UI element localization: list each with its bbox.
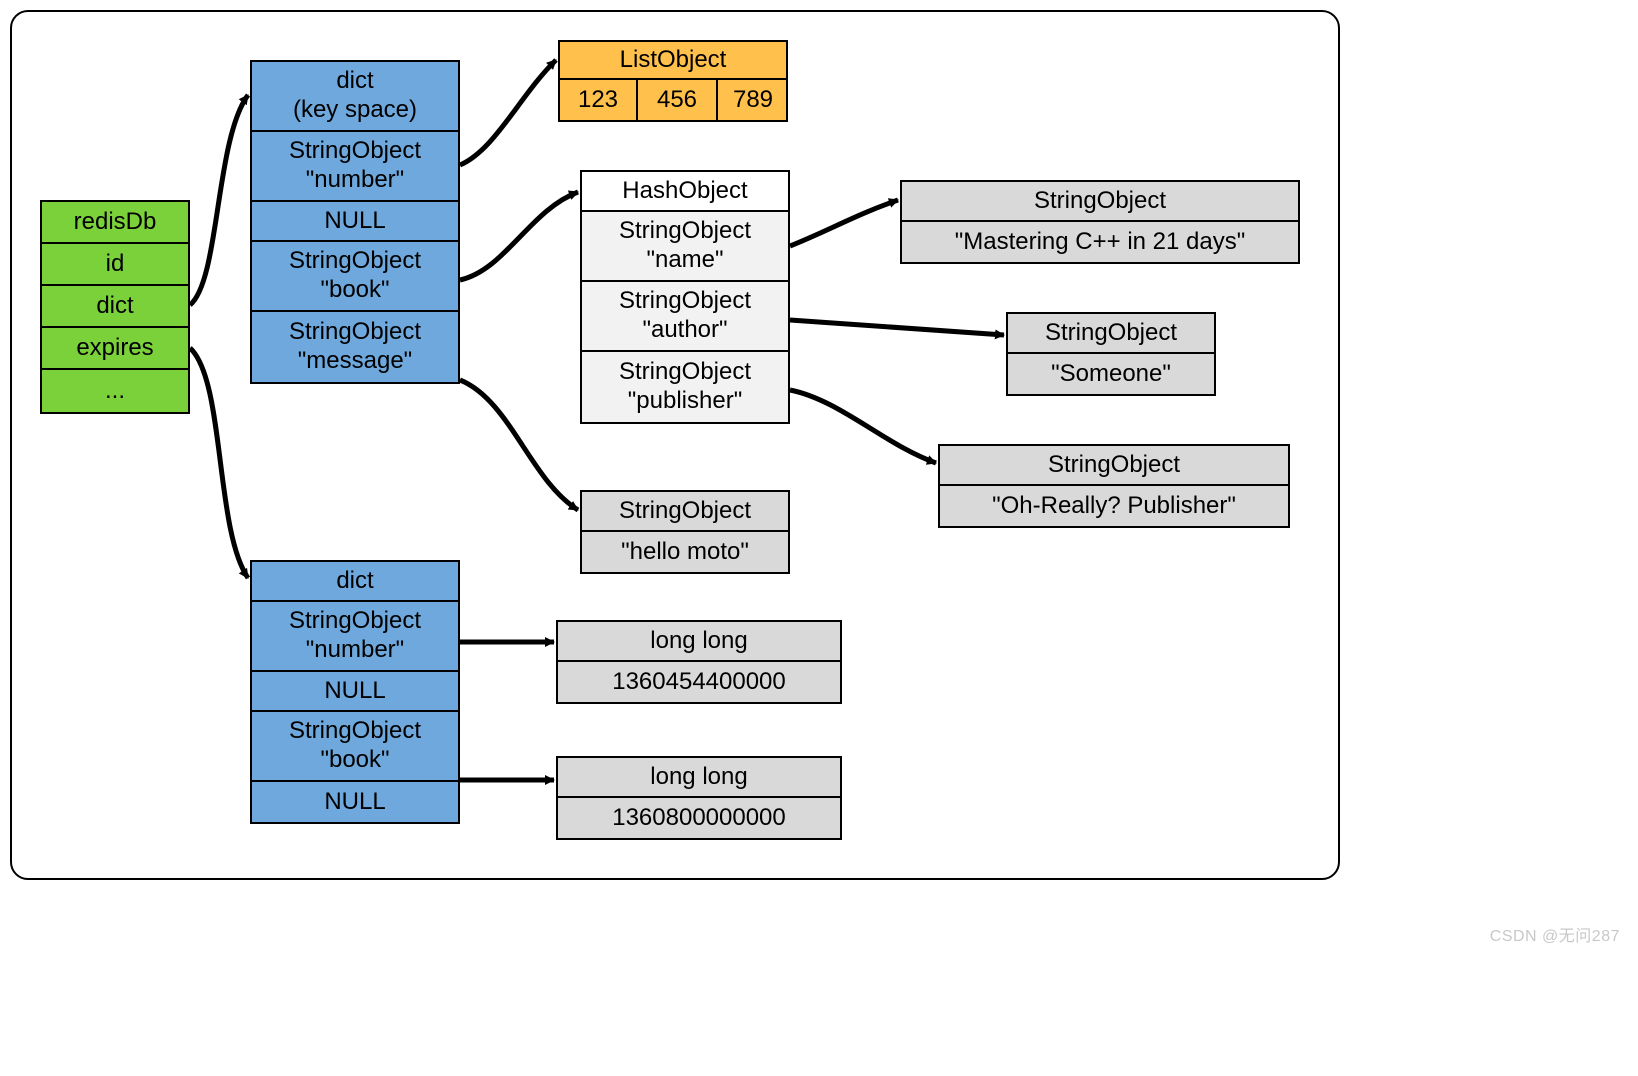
someone-value: "Someone" <box>1008 354 1214 394</box>
long2-title: long long <box>558 758 840 798</box>
redisdb-box: redisDb id dict expires ... <box>40 200 190 414</box>
dict-expires-row-book: StringObject "book" <box>252 712 458 782</box>
hashobject-row-name: StringObject "name" <box>582 212 788 282</box>
watermark: CSDN @无问287 <box>1490 922 1620 946</box>
value: "name" <box>646 246 723 275</box>
dict-expires-box: dict StringObject "number" NULL StringOb… <box>250 560 460 824</box>
listobject-box: ListObject 123 456 789 <box>558 40 788 122</box>
redisdb-title: redisDb <box>42 202 188 244</box>
hashobject-title: HashObject <box>582 172 788 212</box>
label: StringObject <box>619 217 751 246</box>
value: "message" <box>298 347 412 376</box>
publisher-box: StringObject "Oh-Really? Publisher" <box>938 444 1290 528</box>
dict-expires-row-null1: NULL <box>252 672 458 712</box>
someone-box: StringObject "Someone" <box>1006 312 1216 396</box>
dict-keyspace-row-book: StringObject "book" <box>252 242 458 312</box>
long1-box: long long 1360454400000 <box>556 620 842 704</box>
dict-keyspace-title: dict (key space) <box>252 62 458 132</box>
hashobject-row-author: StringObject "author" <box>582 282 788 352</box>
hellomoto-title: StringObject <box>582 492 788 532</box>
label: StringObject <box>289 137 421 166</box>
redisdb-field-more: ... <box>42 370 188 412</box>
label: StringObject <box>289 607 421 636</box>
mastering-title: StringObject <box>902 182 1298 222</box>
redisdb-field-dict: dict <box>42 286 188 328</box>
value: "number" <box>306 166 404 195</box>
hellomoto-value: "hello moto" <box>582 532 788 572</box>
long1-title: long long <box>558 622 840 662</box>
dict-keyspace-box: dict (key space) StringObject "number" N… <box>250 60 460 384</box>
label: StringObject <box>289 717 421 746</box>
redisdb-field-id: id <box>42 244 188 286</box>
value: "author" <box>642 316 727 345</box>
long2-box: long long 1360800000000 <box>556 756 842 840</box>
redisdb-field-expires: expires <box>42 328 188 370</box>
value: "book" <box>320 276 389 305</box>
publisher-value: "Oh-Really? Publisher" <box>940 486 1288 526</box>
hashobject-box: HashObject StringObject "name" StringObj… <box>580 170 790 424</box>
listobject-item-1: 456 <box>638 80 718 120</box>
long1-value: 1360454400000 <box>558 662 840 702</box>
long2-value: 1360800000000 <box>558 798 840 838</box>
dict-keyspace-row-null: NULL <box>252 202 458 242</box>
value: "number" <box>306 636 404 665</box>
listobject-item-0: 123 <box>560 80 638 120</box>
value: "publisher" <box>628 387 742 416</box>
dict-expires-row-number: StringObject "number" <box>252 602 458 672</box>
mastering-box: StringObject "Mastering C++ in 21 days" <box>900 180 1300 264</box>
listobject-items: 123 456 789 <box>560 80 786 120</box>
dict-keyspace-row-message: StringObject "message" <box>252 312 458 382</box>
value: "book" <box>320 746 389 775</box>
diagram-canvas: redisDb id dict expires ... dict (key sp… <box>0 0 1638 1076</box>
label: StringObject <box>619 358 751 387</box>
dict-keyspace-title-line2: (key space) <box>293 96 417 125</box>
someone-title: StringObject <box>1008 314 1214 354</box>
label: StringObject <box>289 247 421 276</box>
mastering-value: "Mastering C++ in 21 days" <box>902 222 1298 262</box>
hellomoto-box: StringObject "hello moto" <box>580 490 790 574</box>
listobject-title: ListObject <box>560 42 786 80</box>
label: StringObject <box>619 287 751 316</box>
dict-keyspace-row-number: StringObject "number" <box>252 132 458 202</box>
publisher-title: StringObject <box>940 446 1288 486</box>
label: StringObject <box>289 318 421 347</box>
dict-keyspace-title-line1: dict <box>336 67 373 96</box>
listobject-item-2: 789 <box>718 80 788 120</box>
dict-expires-row-null2: NULL <box>252 782 458 822</box>
hashobject-row-publisher: StringObject "publisher" <box>582 352 788 422</box>
dict-expires-title: dict <box>252 562 458 602</box>
